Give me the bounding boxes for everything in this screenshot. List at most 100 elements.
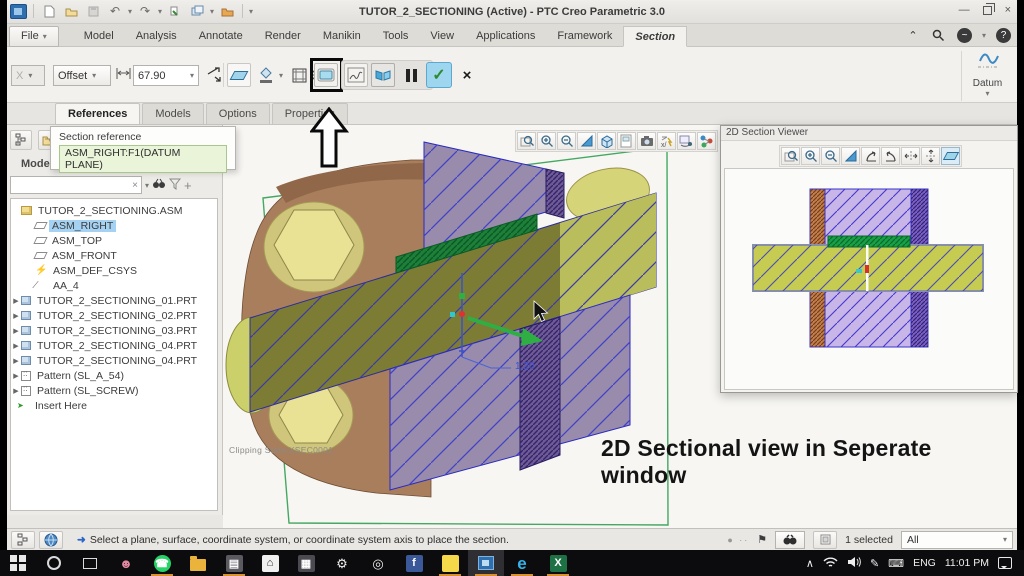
redo-button[interactable]: ↷ <box>136 2 154 20</box>
settings-plus-icon[interactable]: + <box>184 178 192 193</box>
expand-icon[interactable]: ▶ <box>11 297 21 305</box>
render-scene-icon[interactable] <box>637 132 656 150</box>
tab-models[interactable]: Models <box>142 103 203 124</box>
sticky-notes-icon[interactable] <box>432 550 468 576</box>
tree-row-assembly[interactable]: TUTOR_2_SECTIONING.ASM <box>11 203 217 218</box>
screen-recorder-icon[interactable]: ◎ <box>360 550 396 576</box>
tree-toggle-icon[interactable] <box>11 531 35 549</box>
tree-row-part-03[interactable]: ▶TUTOR_2_SECTIONING_03.PRT <box>11 323 217 338</box>
new-file-button[interactable] <box>40 2 58 20</box>
restore-button[interactable] <box>983 6 992 15</box>
tree-search-input[interactable]: × <box>10 176 142 194</box>
tree-row-csys[interactable]: ⚡ASM_DEF_CSYS <box>11 263 217 278</box>
volume-icon[interactable] <box>847 556 861 571</box>
excel-icon[interactable]: X <box>540 550 576 576</box>
start-button[interactable] <box>0 550 36 576</box>
whatsapp-icon[interactable]: ☎ <box>144 550 180 576</box>
expand-icon[interactable]: ▶ <box>11 312 21 320</box>
creo-taskbar-icon[interactable] <box>468 550 504 576</box>
calculator-icon[interactable]: ▦ <box>288 550 324 576</box>
touch-keyboard-icon[interactable]: ⌨ <box>888 557 904 570</box>
refit-icon[interactable] <box>841 147 860 165</box>
facebook-icon[interactable]: f <box>396 550 432 576</box>
tab-model[interactable]: Model <box>73 26 125 47</box>
selection-buffer-icon[interactable] <box>813 531 837 549</box>
2d-section-viewer-window[interactable]: 2D Section Viewer <box>720 125 1018 393</box>
tab-references[interactable]: References <box>55 103 140 124</box>
rotate-cw-icon[interactable] <box>881 147 900 165</box>
view-manager-icon[interactable] <box>697 132 716 150</box>
action-center-icon[interactable] <box>998 557 1012 569</box>
tree-row-part-04a[interactable]: ▶TUTOR_2_SECTIONING_04.PRT <box>11 338 217 353</box>
save-button[interactable] <box>84 2 102 20</box>
language-indicator[interactable]: ENG <box>913 557 936 569</box>
expand-icon[interactable]: ▶ <box>11 342 21 350</box>
expand-icon[interactable]: ▶ <box>11 327 21 335</box>
close-button[interactable]: × <box>1005 4 1011 16</box>
tab-framework[interactable]: Framework <box>546 26 623 47</box>
tree-toggle-icon[interactable] <box>10 130 32 150</box>
find-icon[interactable] <box>152 178 166 193</box>
clear-search-icon[interactable]: × <box>132 180 138 191</box>
2d-section-canvas[interactable] <box>724 168 1014 390</box>
tree-row-asm-right[interactable]: ASM_RIGHT <box>11 218 217 233</box>
pen-icon[interactable]: ✎ <box>870 557 879 570</box>
selection-filter-combo[interactable]: All▾ <box>901 531 1013 549</box>
section-reference-value[interactable]: ASM_RIGHT:F1(DATUM PLANE) <box>59 145 227 173</box>
customize-qat-dropdown[interactable]: ▾ <box>249 7 253 16</box>
tree-row-part-01[interactable]: ▶TUTOR_2_SECTIONING_01.PRT <box>11 293 217 308</box>
flip-section-icon[interactable] <box>371 63 395 87</box>
collapse-ribbon-icon[interactable]: ⌃ <box>905 27 921 43</box>
zoom-out-icon[interactable] <box>821 147 840 165</box>
tab-annotate[interactable]: Annotate <box>188 26 254 47</box>
open-file-button[interactable] <box>62 2 80 20</box>
tab-render[interactable]: Render <box>254 26 312 47</box>
tree-row-pattern-a54[interactable]: ▶Pattern (SL_A_54) <box>11 368 217 383</box>
help-icon[interactable]: ? <box>996 28 1011 43</box>
tab-options[interactable]: Options <box>206 103 270 124</box>
cancel-button[interactable]: × <box>456 62 478 88</box>
expand-icon[interactable]: ▶ <box>11 387 21 395</box>
search-dropdown[interactable]: ▾ <box>145 181 149 190</box>
zoom-out-icon[interactable] <box>557 132 576 150</box>
tab-file[interactable]: File▾ <box>9 26 59 47</box>
creo-app-icon[interactable] <box>10 4 27 19</box>
zoom-in-icon[interactable] <box>537 132 556 150</box>
close-window-button[interactable] <box>218 2 236 20</box>
section-type-combo[interactable]: Offset▾ <box>53 65 111 86</box>
offset-value-input[interactable]: 67.90▾ <box>133 65 199 86</box>
tab-section[interactable]: Section <box>623 26 687 47</box>
offset-dimension-label[interactable]: 1.20 <box>515 361 534 372</box>
datum-display-filters-icon[interactable]: x/ <box>657 132 676 150</box>
store-icon[interactable]: ⌂ <box>252 550 288 576</box>
undo-button[interactable]: ↶ <box>106 2 124 20</box>
accept-button[interactable]: ✓ <box>426 62 452 88</box>
window-switch-button[interactable] <box>188 2 206 20</box>
notification-flag-icon[interactable]: ⚑ <box>757 533 767 546</box>
tree-row-pattern-screw[interactable]: ▶Pattern (SL_SCREW) <box>11 383 217 398</box>
edge-icon[interactable]: e <box>504 550 540 576</box>
tree-row-insert-here[interactable]: ➤Insert Here <box>11 398 217 413</box>
connect-icon[interactable]: ~ <box>957 28 972 43</box>
tab-tools[interactable]: Tools <box>372 26 420 47</box>
section-plane-icon[interactable] <box>227 63 251 87</box>
fill-hatch-icon[interactable] <box>254 63 278 87</box>
expand-icon[interactable]: ▶ <box>11 357 21 365</box>
display-style-icon[interactable] <box>617 132 636 150</box>
minimize-button[interactable]: — <box>959 4 970 16</box>
hatch-pattern-icon[interactable] <box>344 63 368 87</box>
find-button[interactable] <box>775 531 805 549</box>
connect-dropdown[interactable]: ▾ <box>982 31 986 40</box>
zoom-window-icon[interactable] <box>517 132 536 150</box>
file-explorer-icon[interactable] <box>180 550 216 576</box>
undo-dropdown[interactable]: ▾ <box>128 7 132 16</box>
tab-manikin[interactable]: Manikin <box>312 26 372 47</box>
refit-icon[interactable] <box>577 132 596 150</box>
pause-icon[interactable] <box>399 63 423 87</box>
rotate-ccw-icon[interactable] <box>861 147 880 165</box>
tree-row-asm-top[interactable]: ASM_TOP <box>11 233 217 248</box>
show-2d-viewer-icon[interactable] <box>314 63 338 87</box>
task-view-icon[interactable] <box>72 550 108 576</box>
show-hidden-icons[interactable]: ∧ <box>806 557 814 570</box>
window-dropdown[interactable]: ▾ <box>210 7 214 16</box>
